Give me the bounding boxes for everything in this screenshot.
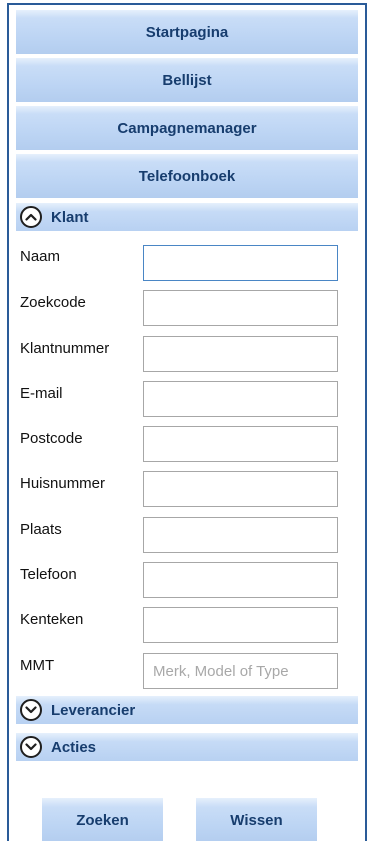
chevron-up-icon[interactable]: [20, 206, 42, 228]
side-panel: Startpagina Bellijst Campagnemanager Tel…: [7, 3, 367, 841]
acties-section-header[interactable]: Acties: [16, 733, 358, 761]
mmt-input[interactable]: [143, 653, 338, 689]
klant-section-header[interactable]: Klant: [16, 203, 358, 231]
huisnummer-label: Huisnummer: [20, 475, 106, 492]
nav-telefoonboek-button[interactable]: Telefoonboek: [16, 154, 358, 198]
naam-input[interactable]: [143, 245, 338, 281]
zoekcode-input[interactable]: [143, 290, 338, 326]
klantnummer-input[interactable]: [143, 336, 338, 372]
leverancier-section-header[interactable]: Leverancier: [16, 696, 358, 724]
chevron-down-icon[interactable]: [20, 699, 42, 721]
mmt-label: MMT: [20, 657, 55, 674]
telefoon-label: Telefoon: [20, 566, 77, 583]
huisnummer-input[interactable]: [143, 471, 338, 507]
postcode-input[interactable]: [143, 426, 338, 462]
naam-label: Naam: [20, 248, 61, 265]
search-button[interactable]: Zoeken: [42, 798, 163, 841]
nav-bellijst-button[interactable]: Bellijst: [16, 58, 358, 102]
email-input[interactable]: [143, 381, 338, 417]
kenteken-label: Kenteken: [20, 611, 84, 628]
zoekcode-label: Zoekcode: [20, 294, 86, 311]
acties-section-title: Acties: [51, 738, 97, 756]
telefoon-input[interactable]: [143, 562, 338, 598]
postcode-label: Postcode: [20, 430, 83, 447]
chevron-down-icon[interactable]: [20, 736, 42, 758]
klant-section-title: Klant: [51, 208, 89, 226]
email-label: E-mail: [20, 385, 63, 402]
nav-startpagina-button[interactable]: Startpagina: [16, 10, 358, 54]
leverancier-section-title: Leverancier: [51, 701, 136, 719]
klantnummer-label: Klantnummer: [20, 340, 110, 357]
plaats-input[interactable]: [143, 517, 338, 553]
plaats-label: Plaats: [20, 521, 62, 538]
nav-campagnemanager-button[interactable]: Campagnemanager: [16, 106, 358, 150]
kenteken-input[interactable]: [143, 607, 338, 643]
clear-button[interactable]: Wissen: [196, 798, 317, 841]
